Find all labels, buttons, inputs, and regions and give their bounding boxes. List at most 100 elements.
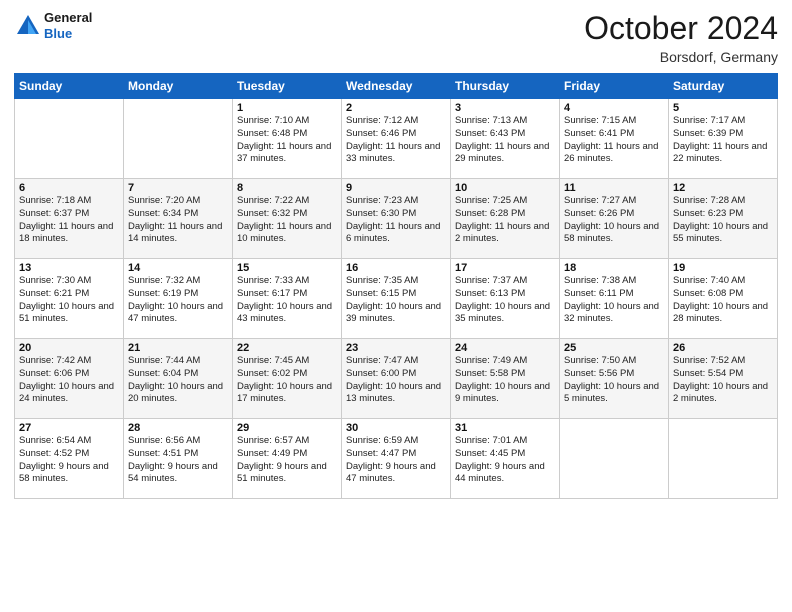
day-info: Sunrise: 7:35 AM Sunset: 6:15 PM Dayligh…: [346, 275, 446, 326]
calendar-cell: [560, 419, 669, 499]
calendar-cell: 7Sunrise: 7:20 AM Sunset: 6:34 PM Daylig…: [124, 179, 233, 259]
location: Borsdorf, Germany: [584, 49, 778, 65]
day-number: 26: [673, 342, 773, 354]
calendar-body: 1Sunrise: 7:10 AM Sunset: 6:48 PM Daylig…: [15, 99, 778, 499]
calendar-cell: 1Sunrise: 7:10 AM Sunset: 6:48 PM Daylig…: [233, 99, 342, 179]
day-number: 30: [346, 422, 446, 434]
day-info: Sunrise: 6:57 AM Sunset: 4:49 PM Dayligh…: [237, 435, 337, 486]
day-number: 29: [237, 422, 337, 434]
calendar-cell: 25Sunrise: 7:50 AM Sunset: 5:56 PM Dayli…: [560, 339, 669, 419]
calendar-cell: 14Sunrise: 7:32 AM Sunset: 6:19 PM Dayli…: [124, 259, 233, 339]
week-row-3: 20Sunrise: 7:42 AM Sunset: 6:06 PM Dayli…: [15, 339, 778, 419]
calendar-cell: 15Sunrise: 7:33 AM Sunset: 6:17 PM Dayli…: [233, 259, 342, 339]
calendar-cell: 12Sunrise: 7:28 AM Sunset: 6:23 PM Dayli…: [669, 179, 778, 259]
day-info: Sunrise: 7:50 AM Sunset: 5:56 PM Dayligh…: [564, 355, 664, 406]
page-header: General Blue October 2024 Borsdorf, Germ…: [14, 10, 778, 65]
day-info: Sunrise: 7:20 AM Sunset: 6:34 PM Dayligh…: [128, 195, 228, 246]
day-info: Sunrise: 7:33 AM Sunset: 6:17 PM Dayligh…: [237, 275, 337, 326]
calendar-cell: 27Sunrise: 6:54 AM Sunset: 4:52 PM Dayli…: [15, 419, 124, 499]
calendar-cell: 19Sunrise: 7:40 AM Sunset: 6:08 PM Dayli…: [669, 259, 778, 339]
day-info: Sunrise: 7:10 AM Sunset: 6:48 PM Dayligh…: [237, 115, 337, 166]
day-info: Sunrise: 7:18 AM Sunset: 6:37 PM Dayligh…: [19, 195, 119, 246]
day-number: 10: [455, 182, 555, 194]
day-number: 17: [455, 262, 555, 274]
calendar-table: SundayMondayTuesdayWednesdayThursdayFrid…: [14, 73, 778, 499]
day-info: Sunrise: 7:12 AM Sunset: 6:46 PM Dayligh…: [346, 115, 446, 166]
day-info: Sunrise: 7:44 AM Sunset: 6:04 PM Dayligh…: [128, 355, 228, 406]
day-info: Sunrise: 7:49 AM Sunset: 5:58 PM Dayligh…: [455, 355, 555, 406]
day-number: 28: [128, 422, 228, 434]
day-number: 18: [564, 262, 664, 274]
weekday-saturday: Saturday: [669, 74, 778, 99]
day-info: Sunrise: 7:47 AM Sunset: 6:00 PM Dayligh…: [346, 355, 446, 406]
month-title: October 2024: [584, 10, 778, 47]
calendar-cell: 11Sunrise: 7:27 AM Sunset: 6:26 PM Dayli…: [560, 179, 669, 259]
day-number: 21: [128, 342, 228, 354]
week-row-4: 27Sunrise: 6:54 AM Sunset: 4:52 PM Dayli…: [15, 419, 778, 499]
day-number: 6: [19, 182, 119, 194]
calendar-cell: 6Sunrise: 7:18 AM Sunset: 6:37 PM Daylig…: [15, 179, 124, 259]
calendar-cell: 3Sunrise: 7:13 AM Sunset: 6:43 PM Daylig…: [451, 99, 560, 179]
day-number: 24: [455, 342, 555, 354]
title-area: October 2024 Borsdorf, Germany: [584, 10, 778, 65]
day-number: 7: [128, 182, 228, 194]
weekday-sunday: Sunday: [15, 74, 124, 99]
day-number: 27: [19, 422, 119, 434]
day-info: Sunrise: 7:15 AM Sunset: 6:41 PM Dayligh…: [564, 115, 664, 166]
calendar-cell: 8Sunrise: 7:22 AM Sunset: 6:32 PM Daylig…: [233, 179, 342, 259]
day-number: 14: [128, 262, 228, 274]
week-row-2: 13Sunrise: 7:30 AM Sunset: 6:21 PM Dayli…: [15, 259, 778, 339]
logo-area: General Blue: [14, 10, 92, 41]
week-row-0: 1Sunrise: 7:10 AM Sunset: 6:48 PM Daylig…: [15, 99, 778, 179]
day-info: Sunrise: 7:38 AM Sunset: 6:11 PM Dayligh…: [564, 275, 664, 326]
day-info: Sunrise: 7:52 AM Sunset: 5:54 PM Dayligh…: [673, 355, 773, 406]
day-info: Sunrise: 7:13 AM Sunset: 6:43 PM Dayligh…: [455, 115, 555, 166]
calendar-cell: 30Sunrise: 6:59 AM Sunset: 4:47 PM Dayli…: [342, 419, 451, 499]
day-info: Sunrise: 7:22 AM Sunset: 6:32 PM Dayligh…: [237, 195, 337, 246]
weekday-header-row: SundayMondayTuesdayWednesdayThursdayFrid…: [15, 74, 778, 99]
calendar-cell: 2Sunrise: 7:12 AM Sunset: 6:46 PM Daylig…: [342, 99, 451, 179]
day-number: 9: [346, 182, 446, 194]
day-number: 1: [237, 102, 337, 114]
weekday-monday: Monday: [124, 74, 233, 99]
day-info: Sunrise: 7:23 AM Sunset: 6:30 PM Dayligh…: [346, 195, 446, 246]
day-info: Sunrise: 7:01 AM Sunset: 4:45 PM Dayligh…: [455, 435, 555, 486]
day-number: 31: [455, 422, 555, 434]
day-number: 3: [455, 102, 555, 114]
day-number: 19: [673, 262, 773, 274]
calendar-cell: 29Sunrise: 6:57 AM Sunset: 4:49 PM Dayli…: [233, 419, 342, 499]
day-number: 23: [346, 342, 446, 354]
day-number: 13: [19, 262, 119, 274]
calendar-cell: 20Sunrise: 7:42 AM Sunset: 6:06 PM Dayli…: [15, 339, 124, 419]
weekday-wednesday: Wednesday: [342, 74, 451, 99]
calendar-cell: [669, 419, 778, 499]
day-number: 2: [346, 102, 446, 114]
calendar-cell: 4Sunrise: 7:15 AM Sunset: 6:41 PM Daylig…: [560, 99, 669, 179]
calendar-cell: [124, 99, 233, 179]
day-info: Sunrise: 7:32 AM Sunset: 6:19 PM Dayligh…: [128, 275, 228, 326]
calendar-cell: [15, 99, 124, 179]
day-info: Sunrise: 7:27 AM Sunset: 6:26 PM Dayligh…: [564, 195, 664, 246]
day-info: Sunrise: 6:56 AM Sunset: 4:51 PM Dayligh…: [128, 435, 228, 486]
day-number: 12: [673, 182, 773, 194]
calendar-cell: 23Sunrise: 7:47 AM Sunset: 6:00 PM Dayli…: [342, 339, 451, 419]
calendar-cell: 24Sunrise: 7:49 AM Sunset: 5:58 PM Dayli…: [451, 339, 560, 419]
calendar-cell: 5Sunrise: 7:17 AM Sunset: 6:39 PM Daylig…: [669, 99, 778, 179]
logo-text: General Blue: [44, 10, 92, 41]
day-number: 4: [564, 102, 664, 114]
calendar-cell: 28Sunrise: 6:56 AM Sunset: 4:51 PM Dayli…: [124, 419, 233, 499]
logo-icon: [14, 12, 42, 40]
day-info: Sunrise: 7:37 AM Sunset: 6:13 PM Dayligh…: [455, 275, 555, 326]
calendar-cell: 10Sunrise: 7:25 AM Sunset: 6:28 PM Dayli…: [451, 179, 560, 259]
day-info: Sunrise: 7:28 AM Sunset: 6:23 PM Dayligh…: [673, 195, 773, 246]
week-row-1: 6Sunrise: 7:18 AM Sunset: 6:37 PM Daylig…: [15, 179, 778, 259]
weekday-friday: Friday: [560, 74, 669, 99]
calendar-cell: 22Sunrise: 7:45 AM Sunset: 6:02 PM Dayli…: [233, 339, 342, 419]
day-number: 20: [19, 342, 119, 354]
calendar-cell: 18Sunrise: 7:38 AM Sunset: 6:11 PM Dayli…: [560, 259, 669, 339]
calendar-cell: 13Sunrise: 7:30 AM Sunset: 6:21 PM Dayli…: [15, 259, 124, 339]
day-info: Sunrise: 7:30 AM Sunset: 6:21 PM Dayligh…: [19, 275, 119, 326]
day-info: Sunrise: 6:54 AM Sunset: 4:52 PM Dayligh…: [19, 435, 119, 486]
day-info: Sunrise: 7:25 AM Sunset: 6:28 PM Dayligh…: [455, 195, 555, 246]
day-info: Sunrise: 7:42 AM Sunset: 6:06 PM Dayligh…: [19, 355, 119, 406]
